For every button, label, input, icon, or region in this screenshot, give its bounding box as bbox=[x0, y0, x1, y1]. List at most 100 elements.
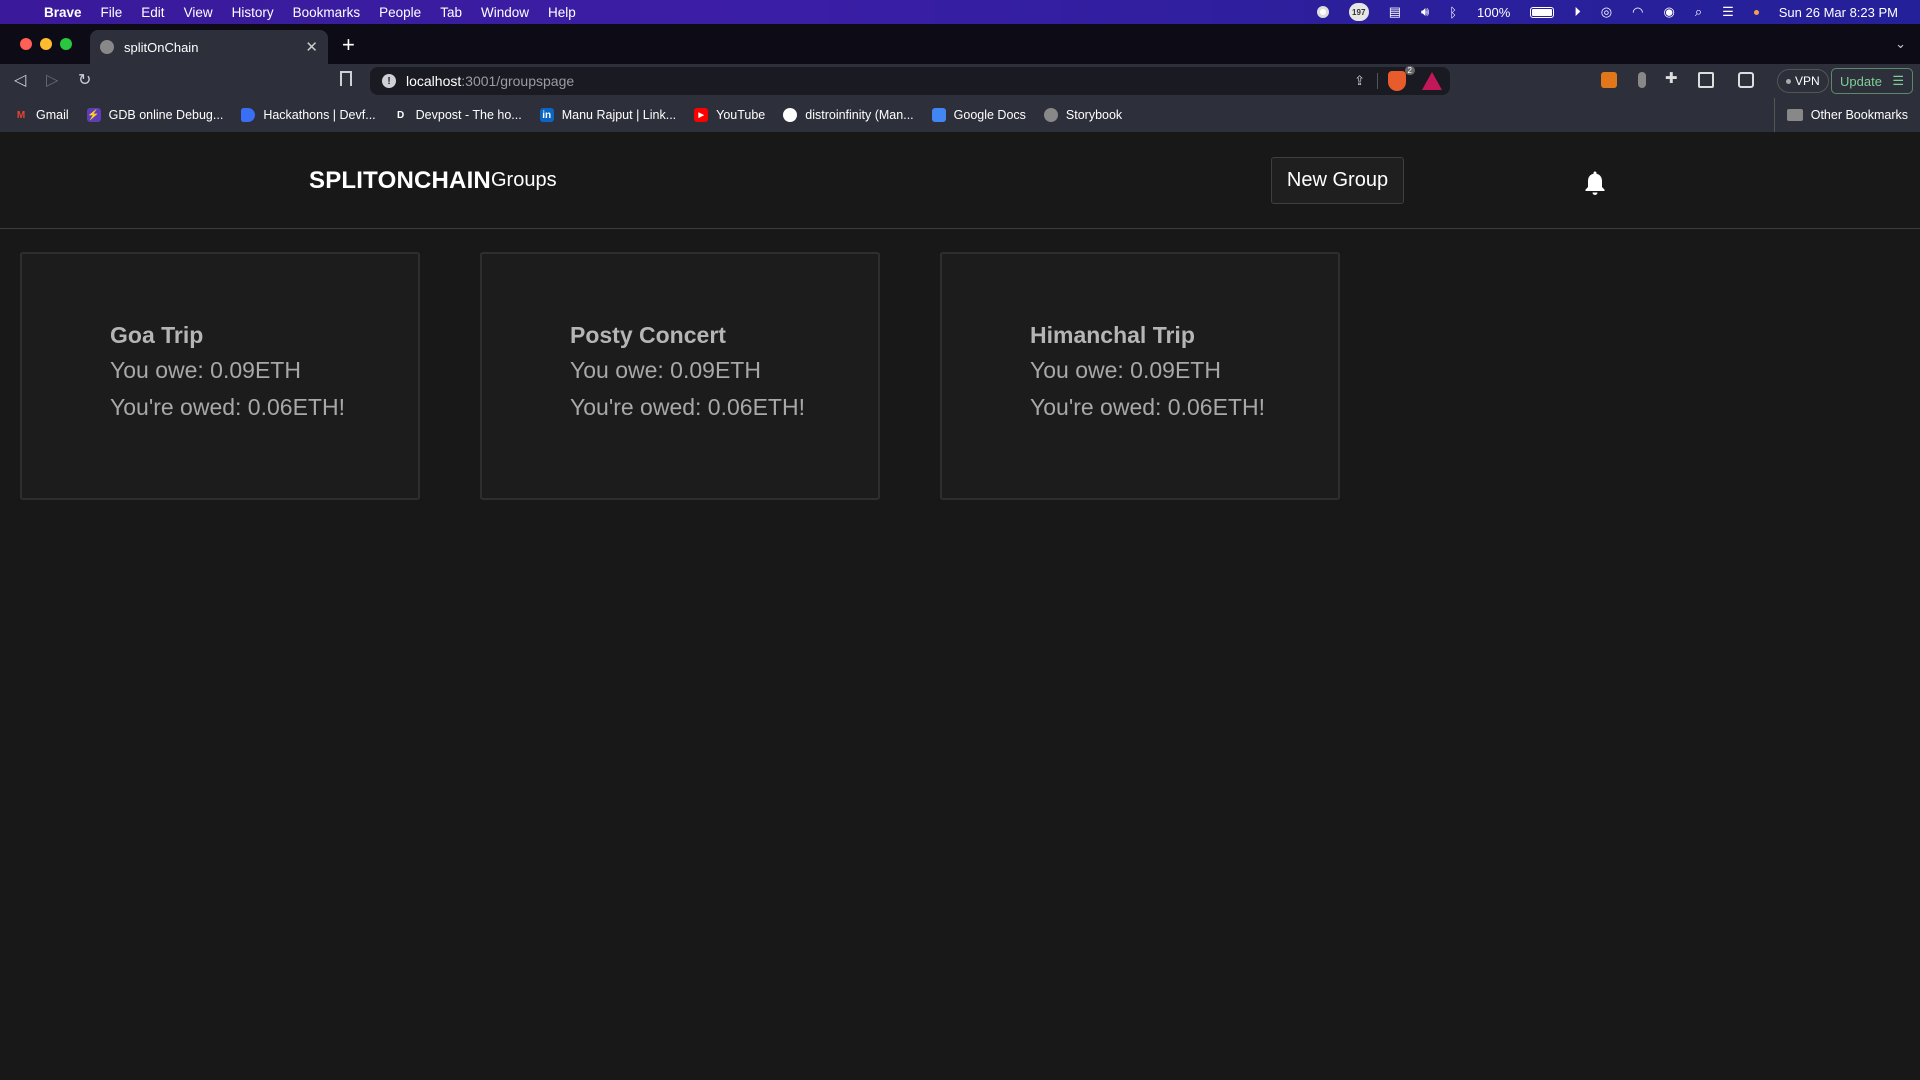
macos-menu-bar: Brave File Edit View History Bookmarks P… bbox=[0, 0, 1920, 24]
gmail-icon: M bbox=[16, 109, 26, 121]
menu-tab[interactable]: Tab bbox=[440, 5, 462, 20]
group-you-owe: You owe: 0.09ETH bbox=[1030, 357, 1221, 383]
page-content: SPLITONCHAIN Groups New Group Goa Trip Y… bbox=[0, 132, 1920, 1080]
notification-bell-icon[interactable] bbox=[1583, 170, 1607, 196]
group-you-owe: You owe: 0.09ETH bbox=[110, 357, 301, 383]
datetime[interactable]: Sun 26 Mar 8:23 PM bbox=[1779, 5, 1898, 20]
bookmark-label: YouTube bbox=[716, 108, 766, 122]
site-info-icon[interactable]: ! bbox=[382, 74, 396, 88]
reload-button[interactable]: ↻ bbox=[78, 70, 91, 90]
volume-icon[interactable]: 🔊︎ bbox=[1421, 4, 1429, 20]
bookmark-storybook[interactable]: Storybook bbox=[1043, 108, 1123, 122]
bookmark-gdb[interactable]: ⚡ GDB online Debug... bbox=[86, 108, 223, 122]
groups-list: Goa Trip You owe: 0.09ETH You're owed: 0… bbox=[20, 252, 1340, 500]
github-icon bbox=[783, 108, 798, 122]
screen-record-icon[interactable] bbox=[1316, 6, 1329, 18]
bookmark-google-docs[interactable]: Google Docs bbox=[931, 108, 1026, 122]
bookmarks-bar: M Gmail ⚡ GDB online Debug... Hackathons… bbox=[0, 98, 1920, 132]
bluetooth-icon[interactable]: ᛒ bbox=[1449, 5, 1457, 20]
divider bbox=[1377, 73, 1378, 89]
bookmark-label: distroinfinity (Man... bbox=[805, 108, 914, 122]
address-bar[interactable]: ! localhost :3001/groupspage ⇪ 2 bbox=[370, 66, 1450, 95]
app-brand-logo[interactable]: SPLITONCHAIN bbox=[309, 167, 491, 195]
group-name: Himanchal Trip bbox=[1030, 322, 1195, 348]
folder-icon bbox=[1786, 109, 1803, 121]
other-bookmarks[interactable]: Other Bookmarks bbox=[1773, 98, 1908, 132]
extension-icon[interactable] bbox=[1638, 72, 1646, 88]
bookmark-linkedin[interactable]: in Manu Rajput | Link... bbox=[539, 108, 677, 122]
battery-icon[interactable] bbox=[1530, 6, 1555, 18]
app-navbar: SPLITONCHAIN Groups New Group bbox=[0, 132, 1920, 229]
extensions-puzzle-icon[interactable]: ✚ bbox=[1665, 69, 1681, 87]
notification-count-icon[interactable]: 197 bbox=[1348, 3, 1369, 21]
group-you-owe: You owe: 0.09ETH bbox=[570, 357, 761, 383]
menu-view[interactable]: View bbox=[184, 5, 213, 20]
bookmark-label: Storybook bbox=[1065, 108, 1123, 122]
devpost-icon: D bbox=[397, 109, 405, 121]
globe-icon bbox=[1043, 108, 1058, 122]
bookmark-label: Devpost - The ho... bbox=[415, 108, 522, 122]
wifi-icon[interactable]: ◠ bbox=[1632, 4, 1643, 20]
menu-history[interactable]: History bbox=[232, 5, 274, 20]
close-tab-icon[interactable]: ✕ bbox=[305, 38, 318, 56]
airdrop-icon[interactable]: ◎ bbox=[1601, 4, 1612, 20]
nav-link-groups[interactable]: Groups bbox=[491, 169, 557, 192]
mic-indicator-icon bbox=[1753, 9, 1759, 15]
user-icon[interactable]: ◉ bbox=[1663, 4, 1674, 20]
linkedin-icon: in bbox=[539, 108, 554, 122]
tab-search-chevron-icon[interactable]: ⌄ bbox=[1895, 36, 1906, 52]
bookmark-gmail[interactable]: M Gmail bbox=[14, 108, 69, 122]
share-icon[interactable]: ⇪ bbox=[1354, 73, 1365, 89]
bookmark-page-icon[interactable] bbox=[340, 71, 352, 86]
sidebar-toggle-icon[interactable] bbox=[1698, 72, 1714, 88]
metamask-extension-icon[interactable] bbox=[1601, 72, 1617, 88]
menu-people[interactable]: People bbox=[379, 5, 421, 20]
vpn-status-dot bbox=[1786, 78, 1791, 84]
menu-file[interactable]: File bbox=[101, 5, 123, 20]
vpn-button[interactable]: VPN bbox=[1777, 69, 1829, 93]
close-window-button[interactable] bbox=[20, 38, 32, 50]
new-tab-button[interactable]: + bbox=[342, 32, 355, 58]
group-card[interactable]: Posty Concert You owe: 0.09ETH You're ow… bbox=[480, 252, 880, 500]
new-group-button[interactable]: New Group bbox=[1271, 157, 1404, 204]
browser-tab-active[interactable]: splitOnChain ✕ bbox=[90, 30, 328, 64]
bookmark-label: Manu Rajput | Link... bbox=[561, 108, 677, 122]
group-card[interactable]: Himanchal Trip You owe: 0.09ETH You're o… bbox=[940, 252, 1340, 500]
browser-toolbar: ◁ ▷ ↻ ! localhost :3001/groupspage ⇪ 2 ✚… bbox=[0, 64, 1920, 98]
hamburger-menu-icon: ☰ bbox=[1892, 73, 1904, 88]
menu-edit[interactable]: Edit bbox=[141, 5, 164, 20]
wallet-icon[interactable] bbox=[1738, 72, 1754, 88]
maximize-window-button[interactable] bbox=[60, 38, 72, 50]
window-controls bbox=[20, 38, 72, 50]
bookmark-hackathons[interactable]: Hackathons | Devf... bbox=[241, 108, 376, 122]
menu-window[interactable]: Window bbox=[481, 5, 529, 20]
brave-rewards-icon[interactable] bbox=[1422, 72, 1442, 90]
tab-title: splitOnChain bbox=[124, 39, 199, 55]
minimize-window-button[interactable] bbox=[40, 38, 52, 50]
menu-app-name[interactable]: Brave bbox=[44, 5, 82, 20]
browser-tab-strip: splitOnChain ✕ + ⌄ bbox=[0, 24, 1920, 64]
bookmark-label: Google Docs bbox=[953, 108, 1026, 122]
control-center-icon[interactable]: ☰ bbox=[1722, 4, 1734, 20]
group-you-are-owed: You're owed: 0.06ETH! bbox=[1030, 394, 1265, 420]
group-card[interactable]: Goa Trip You owe: 0.09ETH You're owed: 0… bbox=[20, 252, 420, 500]
bookmark-devpost[interactable]: D Devpost - The ho... bbox=[394, 108, 522, 122]
menu-help[interactable]: Help bbox=[548, 5, 576, 20]
other-bookmarks-label: Other Bookmarks bbox=[1810, 108, 1908, 122]
shields-count: 2 bbox=[1404, 66, 1415, 75]
back-button[interactable]: ◁ bbox=[14, 70, 26, 90]
play-icon[interactable]: ⏵ bbox=[1574, 4, 1581, 20]
keyboard-icon[interactable]: ▤ bbox=[1389, 4, 1401, 20]
globe-icon bbox=[100, 40, 114, 54]
group-name: Posty Concert bbox=[570, 322, 726, 348]
url-host: localhost bbox=[406, 73, 462, 89]
bookmark-github[interactable]: distroinfinity (Man... bbox=[783, 108, 914, 122]
devfolio-icon bbox=[241, 108, 256, 122]
youtube-icon: ▶ bbox=[694, 108, 709, 122]
search-icon[interactable]: ⌕ bbox=[1695, 4, 1702, 20]
menu-bookmarks[interactable]: Bookmarks bbox=[293, 5, 361, 20]
bookmark-youtube[interactable]: ▶ YouTube bbox=[694, 108, 765, 122]
brave-shields-icon[interactable]: 2 bbox=[1388, 66, 1415, 91]
forward-button[interactable]: ▷ bbox=[46, 70, 58, 90]
update-menu-button[interactable]: Update ☰ bbox=[1831, 68, 1913, 94]
